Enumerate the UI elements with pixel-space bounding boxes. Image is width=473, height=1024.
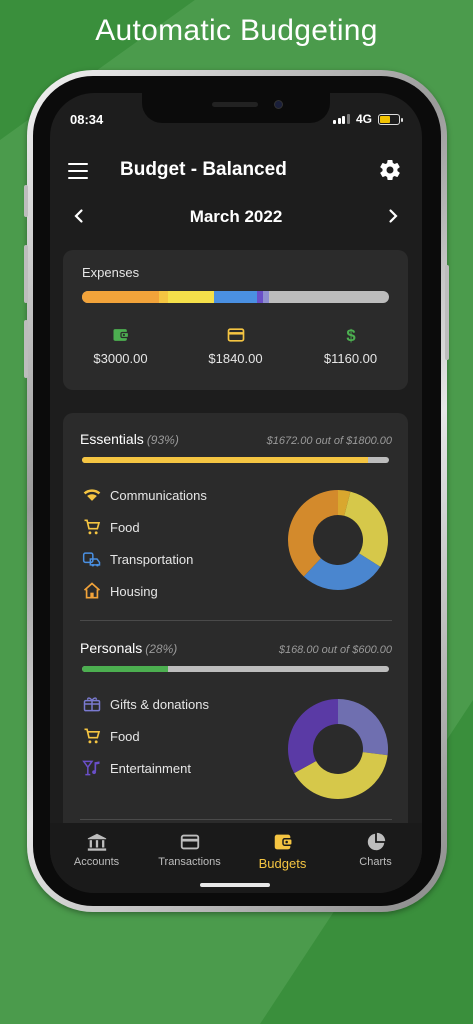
gift-icon: [83, 697, 101, 712]
donut-slice[interactable]: [288, 490, 338, 577]
personals-percent: (28%): [145, 642, 178, 656]
essentials-name: Essentials: [80, 431, 144, 447]
category-communications[interactable]: Communications: [82, 479, 207, 511]
category-label: Entertainment: [110, 760, 191, 776]
personals-header[interactable]: Personals (28%) $168.00 out of $600.00: [80, 640, 392, 658]
essentials-percent: (93%): [146, 433, 179, 447]
entertainment-icon: [82, 760, 100, 776]
donut-slice[interactable]: [288, 699, 338, 774]
expenses-card[interactable]: Expenses $3000.00 $1840.00 $ $1160.00: [63, 250, 408, 390]
expense-segment: [167, 291, 214, 303]
speaker: [212, 102, 258, 107]
category-label: Food: [110, 728, 140, 744]
budgets-card: Essentials (93%) $1672.00 out of $1800.00…: [63, 413, 408, 833]
section-divider: [80, 620, 392, 621]
personals-name: Personals: [80, 640, 143, 656]
gear-icon[interactable]: [378, 158, 402, 182]
menu-icon[interactable]: [68, 163, 88, 179]
app-title: Budget - Balanced: [120, 159, 287, 180]
expense-segment: [263, 291, 270, 303]
wifi-icon: [83, 489, 101, 501]
wallet-icon: [113, 329, 129, 341]
nav-budgets[interactable]: Budgets: [236, 831, 329, 871]
nav-label: Charts: [359, 856, 392, 868]
headline: Automatic Budgeting: [95, 14, 378, 47]
nav-label: Transactions: [158, 856, 221, 868]
chevron-right-icon[interactable]: [384, 207, 402, 225]
category-food[interactable]: Food: [82, 511, 207, 543]
nav-transactions[interactable]: Transactions: [143, 831, 236, 871]
expenses-title: Expenses: [82, 265, 140, 280]
cart-icon: [84, 519, 101, 535]
status-time: 08:34: [70, 112, 104, 127]
spent-value: $1840.00: [208, 351, 263, 366]
essentials-amount: $1672.00 out of $1800.00: [266, 435, 392, 447]
notch: [142, 93, 330, 123]
nav-charts[interactable]: Charts: [329, 831, 422, 871]
category-label: Communications: [110, 487, 207, 503]
app-bar: Budget - Balanced: [50, 153, 422, 189]
remaining-stat: $ $1160.00: [293, 325, 408, 366]
essentials-progress-bar: [82, 457, 389, 463]
month-navigator: March 2022: [50, 201, 422, 233]
income-stat: $3000.00: [63, 325, 178, 366]
essentials-category-list: Communications Food Transportation Housi…: [82, 479, 207, 607]
status-icons: 4G: [333, 112, 403, 126]
mute-switch: [24, 185, 28, 217]
income-value: $3000.00: [93, 351, 148, 366]
network-label: 4G: [355, 112, 372, 126]
month-title: March 2022: [189, 207, 283, 226]
essentials-progress-fill: [82, 457, 368, 463]
nav-label: Accounts: [73, 856, 120, 868]
section-divider: [80, 819, 392, 820]
donut-slice[interactable]: [344, 491, 388, 567]
donut-slice[interactable]: [338, 699, 388, 756]
cart-icon: [84, 728, 101, 744]
credit-card-icon: [227, 328, 244, 342]
essentials-donut-chart[interactable]: [286, 488, 390, 592]
category-transportation[interactable]: Transportation: [82, 543, 207, 575]
battery-icon: [378, 113, 403, 125]
expense-segment: [158, 291, 168, 303]
personals-donut-chart[interactable]: [286, 697, 390, 801]
category-food[interactable]: Food: [82, 720, 209, 752]
expenses-stats: $3000.00 $1840.00 $ $1160.00: [63, 325, 408, 366]
bottom-navigation: Accounts Transactions Budgets Charts: [50, 823, 422, 893]
transportation-icon: [82, 552, 101, 567]
personals-amount: $168.00 out of $600.00: [278, 644, 392, 656]
phone-screen: 08:34 4G Budget - Balanced March 2022 Ex…: [50, 93, 422, 893]
personals-category-list: Gifts & donations Food Entertainment: [82, 688, 209, 784]
category-gifts-donations[interactable]: Gifts & donations: [82, 688, 209, 720]
personals-progress-bar: [82, 666, 389, 672]
house-icon: [83, 582, 101, 599]
category-label: Food: [110, 519, 140, 535]
wallet-icon: [274, 834, 293, 850]
bank-icon: [87, 833, 106, 851]
dollar-icon: $: [346, 326, 356, 345]
home-indicator: [200, 883, 270, 887]
category-label: Housing: [110, 583, 158, 599]
essentials-header[interactable]: Essentials (93%) $1672.00 out of $1800.00: [80, 431, 392, 449]
nav-accounts[interactable]: Accounts: [50, 831, 143, 871]
signal-icon: [333, 114, 350, 124]
nav-label: Budgets: [258, 856, 307, 871]
svg-text:$: $: [346, 326, 356, 345]
expense-segment: [82, 291, 159, 303]
volume-down-button: [24, 320, 28, 378]
front-camera: [274, 100, 283, 109]
expenses-bar: [82, 291, 389, 303]
expense-segment: [214, 291, 257, 303]
credit-card-icon: [180, 834, 199, 850]
category-entertainment[interactable]: Entertainment: [82, 752, 209, 784]
category-housing[interactable]: Housing: [82, 575, 207, 607]
pie-chart-icon: [367, 832, 385, 851]
category-label: Gifts & donations: [110, 696, 209, 712]
remaining-value: $1160.00: [323, 351, 378, 366]
spent-stat: $1840.00: [178, 325, 293, 366]
personals-progress-fill: [82, 666, 168, 672]
power-button: [445, 265, 449, 360]
category-label: Transportation: [110, 551, 194, 567]
volume-up-button: [24, 245, 28, 303]
